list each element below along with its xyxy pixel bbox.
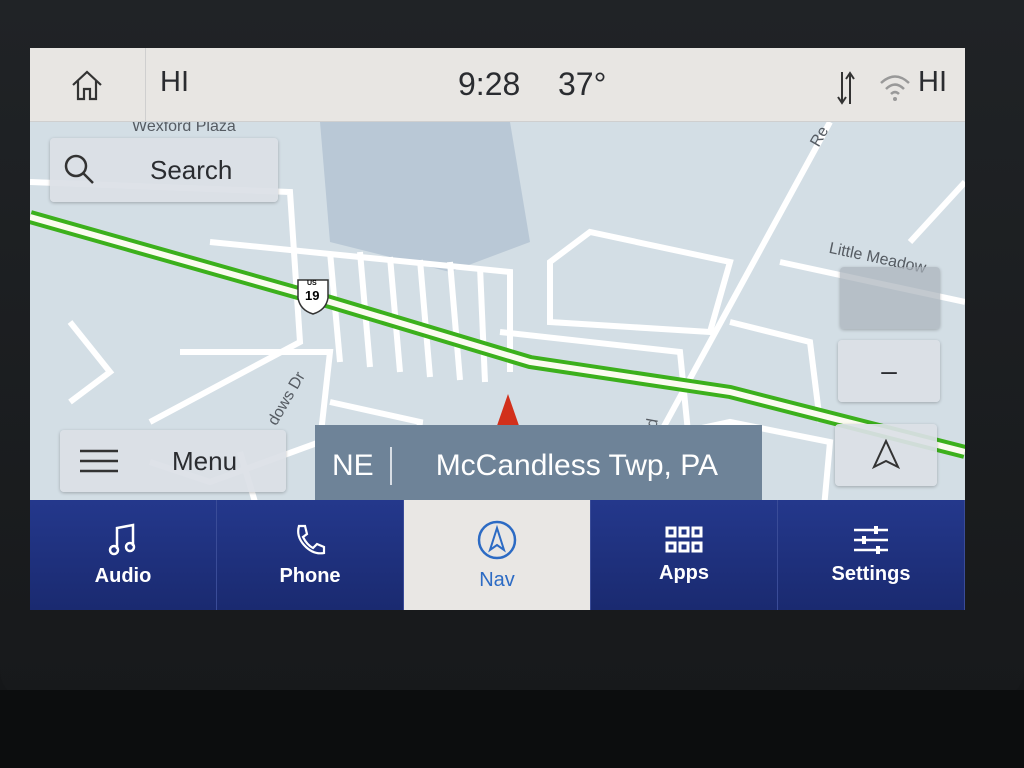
nav-settings[interactable]: Settings	[778, 500, 965, 610]
status-bar: HI 9:28 37° HI	[30, 48, 965, 122]
nav-nav[interactable]: Nav	[404, 500, 591, 610]
wifi-icon	[880, 75, 910, 101]
search-icon	[64, 154, 94, 184]
search-label: Search	[150, 154, 233, 185]
clock: 9:28	[458, 66, 521, 102]
nav-label: Settings	[831, 562, 911, 585]
data-transfer-icon	[837, 71, 855, 105]
nav-label: Nav	[479, 568, 515, 591]
nav-apps[interactable]: Apps	[591, 500, 778, 610]
menu-label: Menu	[172, 445, 238, 476]
compass-arrow-icon	[871, 439, 901, 470]
nav-phone[interactable]: Phone	[217, 500, 404, 610]
climate-left-label[interactable]: HI	[160, 66, 189, 99]
sliders-icon	[854, 525, 888, 554]
current-location: McCandless Twp, PA	[435, 449, 719, 482]
route-shield-us: US	[307, 280, 317, 287]
bottom-nav-bar: Audio Phone Nav Apps Settings	[30, 500, 965, 610]
divider	[145, 48, 146, 122]
music-note-icon	[108, 522, 136, 555]
phone-icon	[297, 524, 326, 554]
location-bar: NE McCandless Twp, PA	[315, 425, 762, 507]
route-shield-number: 19	[305, 288, 320, 303]
apps-grid-icon	[665, 526, 703, 552]
search-button[interactable]: Search	[50, 138, 278, 202]
dashboard	[0, 690, 1024, 768]
climate-right-label[interactable]: HI	[918, 66, 947, 99]
nav-label: Audio	[94, 564, 152, 587]
nav-label: Phone	[279, 564, 341, 587]
compass-button[interactable]	[835, 424, 937, 486]
zoom-out-button[interactable]: –	[838, 340, 940, 402]
divider	[389, 447, 392, 485]
nav-label: Apps	[659, 561, 709, 584]
map-layers-button[interactable]	[840, 267, 940, 329]
heading-label: NE	[332, 449, 374, 482]
infotainment-screen: Wexford Plaza Little Meadow dows Dr Re R…	[30, 48, 965, 610]
menu-button[interactable]: Menu	[60, 430, 286, 492]
nav-audio[interactable]: Audio	[30, 500, 217, 610]
hamburger-icon	[80, 449, 118, 473]
navigation-icon	[477, 520, 517, 559]
home-icon[interactable]	[70, 68, 104, 102]
outside-temperature: 37°	[558, 66, 607, 102]
